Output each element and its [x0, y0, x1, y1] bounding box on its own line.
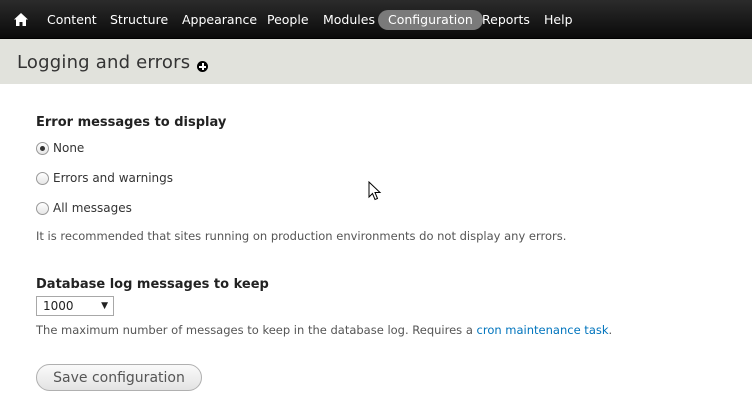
add-shortcut-icon[interactable]	[197, 61, 208, 72]
nav-item-modules[interactable]: Modules	[323, 10, 375, 30]
dblog-description: The maximum number of messages to keep i…	[36, 323, 612, 337]
select-value: 1000	[43, 299, 74, 313]
radio-button[interactable]	[36, 202, 49, 215]
nav-item-structure[interactable]: Structure	[110, 10, 168, 30]
page-title: Logging and errors	[17, 52, 191, 73]
nav-item-people[interactable]: People	[267, 10, 309, 30]
radio-button[interactable]	[36, 142, 49, 155]
nav-item-appearance[interactable]: Appearance	[182, 10, 257, 30]
radio-label[interactable]: Errors and warnings	[53, 171, 173, 185]
nav-item-help[interactable]: Help	[544, 10, 573, 30]
nav-item-reports[interactable]: Reports	[482, 10, 530, 30]
radio-label[interactable]: All messages	[53, 201, 132, 215]
dblog-description-text: The maximum number of messages to keep i…	[36, 323, 477, 337]
nav-item-content[interactable]: Content	[47, 10, 97, 30]
radio-button[interactable]	[36, 172, 49, 185]
error-messages-description: It is recommended that sites running on …	[36, 229, 567, 243]
dblog-row-limit-select[interactable]: 1000 ▼	[36, 296, 114, 316]
home-icon[interactable]	[12, 10, 30, 28]
mouse-cursor-icon	[368, 180, 382, 205]
cron-maintenance-link[interactable]: cron maintenance task	[477, 323, 609, 337]
nav-item-configuration[interactable]: Configuration	[378, 10, 483, 30]
chevron-down-icon: ▼	[101, 301, 108, 311]
admin-toolbar: Content Structure Appearance People Modu…	[0, 0, 752, 39]
radio-label[interactable]: None	[53, 141, 84, 155]
error-messages-label: Error messages to display	[36, 115, 227, 130]
dblog-label: Database log messages to keep	[36, 277, 269, 292]
save-configuration-button[interactable]: Save configuration	[36, 364, 202, 391]
dblog-description-suffix: .	[608, 323, 613, 337]
